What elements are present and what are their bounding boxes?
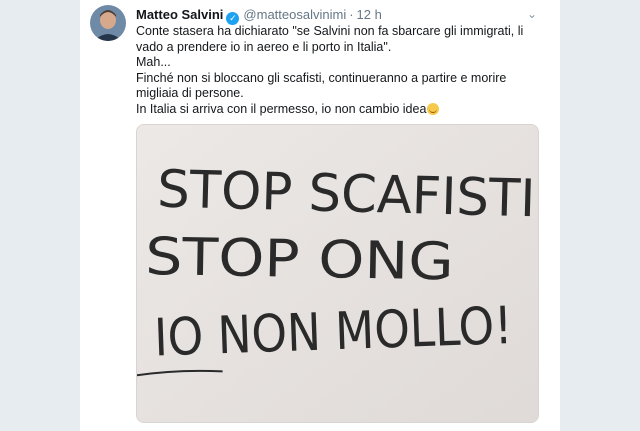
tweet-text-line: In Italia si arriva con il permesso, io … bbox=[136, 102, 541, 118]
author-handle[interactable]: @matteosalvinimi bbox=[243, 7, 346, 22]
tweet-header: Matteo Salvini ✓ @matteosalvinimi · 12 h bbox=[136, 6, 546, 25]
separator-dot: · bbox=[349, 7, 354, 22]
avatar[interactable] bbox=[90, 5, 126, 41]
handwriting-line: STOP ONG bbox=[145, 227, 454, 292]
tweet-text-line: Finché non si bloccano gli scafisti, con… bbox=[136, 70, 507, 101]
tweet-text-line: Mah... bbox=[136, 55, 171, 69]
chevron-down-icon[interactable]: ⌄ bbox=[524, 6, 540, 22]
smiling-face-emoji-icon bbox=[427, 102, 440, 115]
tweet-text-line: Conte stasera ha dichiarato "se Salvini … bbox=[136, 24, 524, 54]
tweet-timestamp[interactable]: 12 h bbox=[357, 7, 382, 22]
handwritten-board-illustration: STOP SCAFISTI STOP ONG IO NON MOLLO! bbox=[137, 125, 538, 422]
tweet-text: Conte stasera ha dichiarato "se Salvini … bbox=[136, 24, 541, 117]
tweet-media-image[interactable]: STOP SCAFISTI STOP ONG IO NON MOLLO! bbox=[136, 124, 539, 423]
handwriting-line: IO NON MOLLO! bbox=[153, 296, 513, 368]
author-name[interactable]: Matteo Salvini bbox=[136, 7, 223, 22]
tweet-text-line-content: In Italia si arriva con il permesso, io … bbox=[136, 101, 427, 116]
handwriting-line: STOP SCAFISTI bbox=[157, 160, 537, 230]
